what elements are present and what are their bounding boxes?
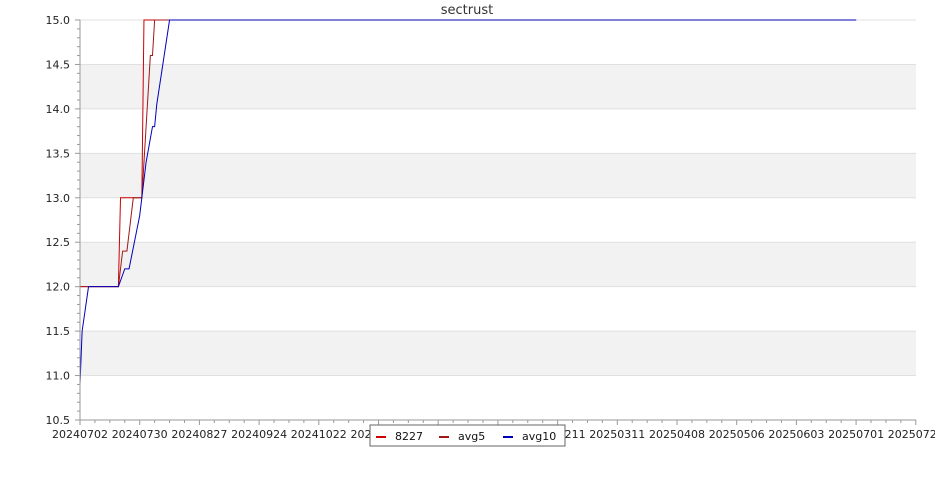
- legend-label: avg5: [458, 430, 485, 443]
- grid-band: [80, 331, 916, 376]
- y-tick-label: 13.0: [46, 192, 71, 205]
- y-tick-label: 11.0: [46, 370, 71, 383]
- grid-bands: [80, 19, 916, 421]
- x-tick-label: 20240730: [112, 428, 168, 441]
- legend-label: avg10: [522, 430, 556, 443]
- x-tick-label: 20250729: [888, 428, 935, 441]
- x-tick-label: 20240702: [52, 428, 108, 441]
- y-tick-label: 14.5: [46, 58, 71, 71]
- x-tick-label: 20250408: [649, 428, 705, 441]
- grid-band: [80, 153, 916, 198]
- chart: sectrust 10.5 11.0 11.5 12.0 12.5 13.0 13.5 14.…: [46, 3, 935, 447]
- y-tick-label: 14.0: [46, 103, 71, 116]
- y-tick-label: 13.5: [46, 147, 71, 160]
- y-tick-label: 12.5: [46, 236, 71, 249]
- y-tick-label: 11.5: [46, 325, 71, 338]
- legend: 8227 avg5 avg10: [369, 424, 566, 447]
- y-ticks: 10.5 11.0 11.5 12.0 12.5 13.0 13.5 14.0 14.5 15.0: [46, 14, 80, 427]
- x-tick-label: 20241022: [291, 428, 347, 441]
- x-tick-label: 20250506: [709, 428, 765, 441]
- x-tick-label: 20240827: [171, 428, 227, 441]
- y-tick-label: 15.0: [46, 14, 71, 27]
- y-tick-label: 10.5: [46, 414, 71, 427]
- y-tick-label: 12.0: [46, 281, 71, 294]
- x-tick-label: 20250603: [768, 428, 824, 441]
- grid-band: [80, 242, 916, 287]
- grid-band: [80, 64, 916, 109]
- x-tick-label: 20250701: [828, 428, 884, 441]
- legend-label: 8227: [395, 430, 423, 443]
- x-tick-label: 20250311: [589, 428, 645, 441]
- chart-title: sectrust: [441, 3, 493, 18]
- x-tick-label: 20240924: [231, 428, 287, 441]
